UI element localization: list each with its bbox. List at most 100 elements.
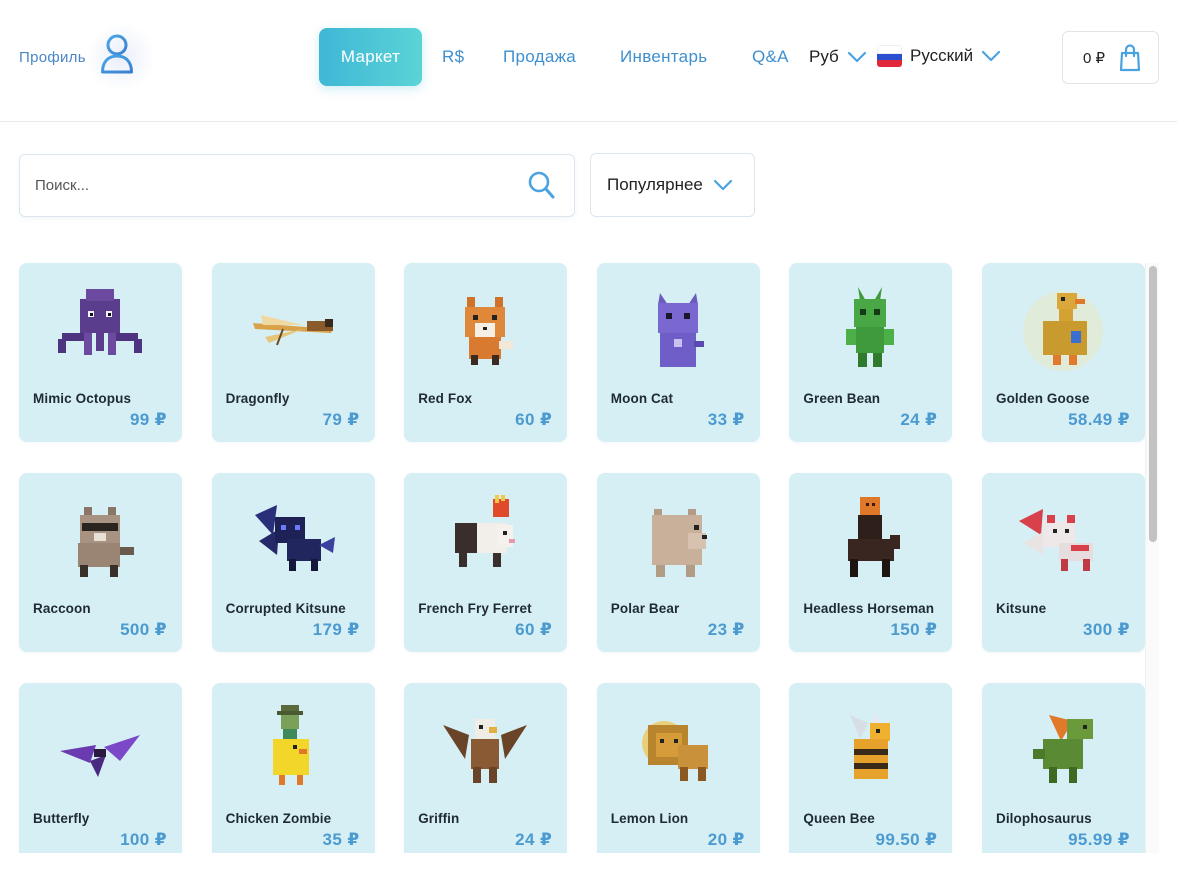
lemon-lion-pet-image	[641, 721, 708, 781]
product-price: 99 ₽	[129, 410, 167, 429]
corrupted-kitsune-pet-image	[254, 505, 335, 571]
product-grid: Mimic Octopus 99 ₽ Dragonfly 79 ₽ Red Fo…	[19, 263, 1145, 862]
product-name: French Fry Ferret	[418, 601, 532, 616]
product-price: 60 ₽	[515, 620, 553, 639]
product-price: 99.50 ₽	[875, 830, 938, 849]
product-price: 79 ₽	[322, 410, 360, 429]
green-bean-pet-image	[846, 287, 895, 367]
product-name: Kitsune	[995, 601, 1047, 616]
product-card[interactable]: Moon Cat 33 ₽	[596, 263, 760, 442]
product-name: Mimic Octopus	[33, 391, 132, 406]
product-name: Lemon Lion	[610, 811, 689, 826]
red-fox-pet-image	[465, 297, 514, 365]
product-name: Chicken Zombie	[225, 811, 332, 826]
product-card[interactable]: Queen Bee 99.50 ₽	[789, 683, 953, 862]
product-card[interactable]: Mimic Octopus 99 ₽	[19, 263, 182, 442]
product-price: 33 ₽	[707, 410, 745, 429]
nav-sell[interactable]: Продажа	[503, 47, 576, 67]
search-icon[interactable]	[528, 171, 556, 201]
product-name: Red Fox	[418, 391, 473, 406]
product-card[interactable]: Raccoon 500 ₽	[19, 473, 182, 652]
product-card[interactable]: Green Bean 24 ₽	[789, 263, 953, 442]
headless-horseman-pet-image	[848, 497, 901, 577]
product-card[interactable]: Chicken Zombie 35 ₽	[211, 683, 375, 862]
product-price: 58.49 ₽	[1068, 410, 1130, 429]
currency-select[interactable]: Руб	[809, 47, 867, 67]
raccoon-pet-image	[78, 507, 134, 577]
product-price: 179 ₽	[312, 620, 360, 639]
product-name: Corrupted Kitsune	[225, 601, 346, 616]
octopus-pet-image	[58, 289, 142, 355]
product-card[interactable]: French Fry Ferret 60 ₽	[404, 473, 568, 652]
product-card[interactable]: Polar Bear 23 ₽	[596, 473, 760, 652]
product-name: Queen Bee	[803, 811, 875, 826]
product-name: Dilophosaurus	[995, 811, 1092, 826]
product-card[interactable]: Red Fox 60 ₽	[404, 263, 568, 442]
product-name: Raccoon	[33, 601, 91, 616]
cart-button[interactable]: 0 ₽	[1062, 31, 1159, 84]
product-price: 20 ₽	[707, 830, 745, 849]
griffin-pet-image	[443, 719, 528, 783]
product-card[interactable]: Kitsune 300 ₽	[981, 473, 1145, 652]
product-price: 150 ₽	[890, 620, 938, 639]
product-price: 35 ₽	[322, 830, 360, 849]
russia-flag-icon	[877, 45, 902, 67]
french-fry-ferret-pet-image	[455, 495, 516, 567]
chicken-zombie-pet-image	[272, 705, 309, 785]
product-card[interactable]: Corrupted Kitsune 179 ₽	[211, 473, 375, 652]
golden-goose-pet-image	[1022, 291, 1103, 371]
search-box	[19, 154, 575, 217]
scrollbar-thumb[interactable]	[1149, 266, 1157, 542]
product-card[interactable]: Headless Horseman 150 ₽	[789, 473, 953, 652]
product-price: 300 ₽	[1083, 620, 1130, 639]
language-label: Русский	[910, 46, 974, 65]
chevron-down-icon	[713, 179, 732, 191]
product-name: Golden Goose	[995, 391, 1090, 406]
main-nav: Маркет R$ Продажа Инвентарь Q&A	[319, 28, 789, 86]
product-card[interactable]: Golden Goose 58.49 ₽	[981, 263, 1145, 442]
product-name: Butterfly	[33, 811, 90, 826]
user-icon	[85, 22, 156, 92]
profile-label: Профиль	[19, 48, 86, 66]
queen-bee-pet-image	[850, 713, 891, 779]
currency-label: Руб	[809, 47, 839, 66]
cart-total: 0 ₽	[1083, 49, 1106, 67]
viewport-bottom	[0, 853, 1177, 882]
chevron-down-icon	[981, 50, 1001, 62]
product-card[interactable]: Dragonfly 79 ₽	[211, 263, 375, 442]
nav-inventory[interactable]: Инвентарь	[620, 47, 707, 67]
sort-label: Популярнее	[607, 175, 703, 194]
nav-qa[interactable]: Q&A	[752, 47, 789, 67]
profile-link[interactable]: Профиль	[19, 22, 156, 92]
nav-robux[interactable]: R$	[442, 47, 464, 67]
product-name: Green Bean	[803, 391, 881, 406]
moon-cat-pet-image	[657, 293, 704, 367]
search-input[interactable]	[35, 177, 505, 194]
product-price: 60 ₽	[515, 410, 553, 429]
product-name: Moon Cat	[610, 391, 674, 406]
sort-dropdown[interactable]: Популярнее	[590, 153, 755, 217]
product-price: 23 ₽	[707, 620, 745, 639]
chevron-down-icon	[847, 51, 866, 63]
product-card[interactable]: Butterfly 100 ₽	[19, 683, 182, 862]
product-price: 24 ₽	[515, 830, 553, 849]
product-card[interactable]: Lemon Lion 20 ₽	[596, 683, 760, 862]
product-name: Polar Bear	[610, 601, 680, 616]
shopping-bag-icon	[1119, 43, 1141, 71]
kitsune-pet-image	[1018, 509, 1093, 571]
language-select[interactable]: Русский	[877, 45, 1001, 67]
product-price: 95.99 ₽	[1068, 830, 1130, 849]
nav-market[interactable]: Маркет	[319, 28, 422, 86]
dragonfly-pet-image	[252, 315, 333, 346]
product-price: 24 ₽	[900, 410, 938, 429]
product-price: 100 ₽	[120, 830, 167, 849]
product-card[interactable]: Griffin 24 ₽	[404, 683, 568, 862]
butterfly-pet-image	[60, 735, 140, 777]
product-price: 500 ₽	[120, 620, 167, 639]
product-name: Dragonfly	[225, 391, 290, 406]
dilophosaurus-pet-image	[1032, 715, 1093, 783]
top-bar: Профиль Маркет R$ Продажа Инвентарь Q&A …	[0, 0, 1177, 122]
product-name: Griffin	[418, 811, 460, 826]
product-name: Headless Horseman	[803, 601, 935, 616]
product-card[interactable]: Dilophosaurus 95.99 ₽	[981, 683, 1145, 862]
